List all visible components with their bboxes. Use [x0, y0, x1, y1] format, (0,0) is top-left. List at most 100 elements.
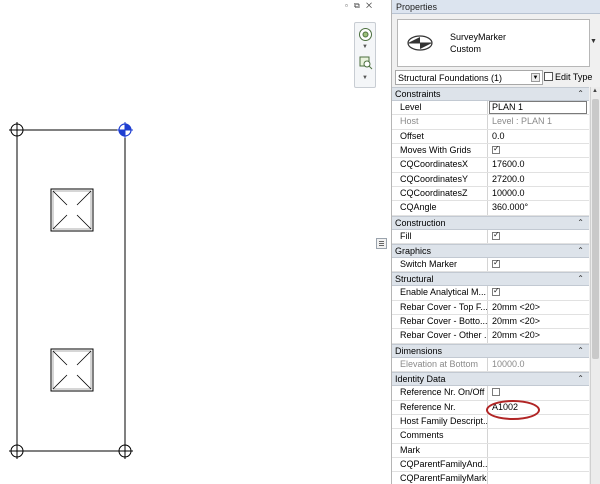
- property-row: CQCoordinatesX 17600.0: [392, 158, 589, 173]
- property-row: Host Level : PLAN 1: [392, 115, 589, 130]
- property-value: 10000.0: [492, 358, 525, 369]
- property-checkbox[interactable]: [490, 386, 589, 399]
- property-row: CQCoordinatesY 27200.0: [392, 172, 589, 188]
- type-preview-icon: [407, 35, 433, 51]
- corner-marker-bottom-left: [9, 443, 25, 459]
- corner-marker-selected[interactable]: [117, 122, 133, 138]
- property-row: Rebar Cover - Top F... 20mm <20>: [392, 300, 589, 316]
- panel-resize-handle[interactable]: [376, 238, 387, 249]
- chevron-down-icon[interactable]: ▼: [590, 38, 597, 45]
- scroll-thumb[interactable]: [592, 99, 599, 359]
- section-header[interactable]: Dimensions ⌃: [392, 343, 589, 358]
- property-label: CQParentFamilyAnd...: [392, 457, 488, 472]
- property-label: Elevation at Bottom: [392, 357, 488, 372]
- type-name: Custom: [450, 44, 482, 54]
- section-header[interactable]: Graphics ⌃: [392, 244, 589, 259]
- instance-filter-dropdown[interactable]: Structural Foundations (1) ▼: [395, 70, 543, 85]
- section-header[interactable]: Structural ⌃: [392, 272, 589, 287]
- steering-wheel-icon[interactable]: [358, 27, 373, 42]
- section-title: Constraints: [395, 89, 441, 99]
- section-header[interactable]: Constraints ⌃: [392, 87, 589, 101]
- property-row: Elevation at Bottom 10000.0: [392, 357, 589, 373]
- plan-view-drawing[interactable]: [0, 0, 390, 484]
- foundation-outline: [16, 129, 126, 452]
- property-label: Host: [392, 115, 488, 129]
- section-header[interactable]: Construction ⌃: [392, 215, 589, 230]
- corner-marker-top-left: [9, 122, 25, 138]
- section-title: Graphics: [395, 246, 432, 257]
- pile-symbol-lower: [50, 348, 94, 392]
- collapse-icon[interactable]: ⌃: [577, 246, 584, 255]
- collapse-icon[interactable]: ⌃: [577, 374, 584, 383]
- checkbox-icon[interactable]: [492, 388, 500, 397]
- property-row: Reference Nr. A1002: [392, 400, 589, 415]
- property-checkbox[interactable]: [490, 230, 589, 243]
- property-value[interactable]: [490, 415, 589, 428]
- chevron-down-icon[interactable]: ▼: [362, 44, 368, 50]
- property-row: Enable Analytical M...: [392, 286, 589, 301]
- section-title: Dimensions: [395, 345, 443, 356]
- edit-type-label: Edit Type: [555, 72, 593, 82]
- property-value[interactable]: 20mm <20>: [490, 329, 589, 342]
- property-value[interactable]: [490, 444, 589, 457]
- property-value[interactable]: 17600.0: [490, 158, 589, 171]
- property-value[interactable]: 10000.0: [490, 187, 589, 200]
- property-row: Fill: [392, 229, 589, 245]
- property-label: Rebar Cover - Botto...: [392, 315, 488, 329]
- checkbox-icon[interactable]: [492, 286, 500, 297]
- property-value[interactable]: 20mm <20>: [490, 315, 589, 328]
- type-family-name: SurveyMarker: [450, 32, 507, 42]
- property-value[interactable]: [490, 458, 589, 471]
- property-value[interactable]: 360.000°: [490, 201, 589, 214]
- zoom-region-icon[interactable]: [358, 55, 373, 70]
- property-label: Comments: [392, 429, 488, 443]
- property-label: Enable Analytical M...: [392, 286, 488, 300]
- properties-grid: Constraints ⌃ Level PLAN 1 Host Level : PLAN …: [392, 87, 589, 484]
- property-label: Switch Marker: [392, 258, 488, 272]
- property-value[interactable]: 0.0: [490, 130, 589, 143]
- chevron-down-icon[interactable]: ▼: [531, 73, 540, 82]
- edit-type-icon: [544, 72, 553, 81]
- type-selector[interactable]: SurveyMarker Custom: [397, 19, 590, 67]
- property-value[interactable]: A1002: [490, 401, 589, 414]
- property-label: Offset: [392, 129, 488, 144]
- scroll-up-icon[interactable]: ▲: [592, 88, 598, 94]
- property-value[interactable]: [490, 429, 589, 442]
- property-checkbox[interactable]: [490, 286, 589, 299]
- property-row: Offset 0.0: [392, 129, 589, 145]
- property-label: Rebar Cover - Top F...: [392, 300, 488, 315]
- collapse-icon[interactable]: ⌃: [577, 274, 584, 283]
- property-label: CQCoordinatesZ: [392, 187, 488, 201]
- property-value[interactable]: [490, 472, 589, 484]
- property-row: CQParentFamilyAnd...: [392, 457, 589, 473]
- property-value[interactable]: 27200.0: [490, 173, 589, 186]
- section-header[interactable]: Identity Data ⌃: [392, 372, 589, 387]
- view-navigation-bar: ▼ ▼: [354, 22, 376, 88]
- checkbox-icon[interactable]: [492, 144, 500, 155]
- property-value: Level : PLAN 1: [492, 116, 553, 127]
- checkbox-icon[interactable]: [492, 258, 500, 269]
- properties-scrollbar[interactable]: ▲: [590, 87, 600, 484]
- edit-type-button[interactable]: Edit Type: [544, 70, 598, 85]
- window-caption-buttons[interactable]: ▫ ⧉ ✕: [345, 1, 389, 11]
- property-checkbox[interactable]: [490, 144, 589, 157]
- property-label: Reference Nr. On/Off: [392, 386, 488, 400]
- property-value[interactable]: 20mm <20>: [490, 301, 589, 314]
- drawing-canvas[interactable]: [0, 0, 390, 484]
- property-checkbox[interactable]: [490, 258, 589, 271]
- property-row: Reference Nr. On/Off: [392, 386, 589, 401]
- checkbox-icon[interactable]: [492, 230, 500, 240]
- collapse-icon[interactable]: ⌃: [577, 89, 584, 98]
- property-label: Moves With Grids: [392, 144, 488, 158]
- instance-filter-label: Structural Foundations (1): [398, 73, 503, 83]
- collapse-icon[interactable]: ⌃: [577, 346, 584, 355]
- property-row: CQParentFamilyMark: [392, 472, 589, 484]
- property-row: CQCoordinatesZ 10000.0: [392, 187, 589, 202]
- property-label: Fill: [392, 229, 488, 244]
- section-title: Structural: [395, 274, 434, 285]
- property-label: Level: [392, 101, 488, 115]
- chevron-down-icon[interactable]: ▼: [362, 75, 368, 81]
- property-label: CQCoordinatesX: [392, 158, 488, 172]
- property-value[interactable]: PLAN 1: [489, 101, 587, 115]
- collapse-icon[interactable]: ⌃: [577, 218, 584, 227]
